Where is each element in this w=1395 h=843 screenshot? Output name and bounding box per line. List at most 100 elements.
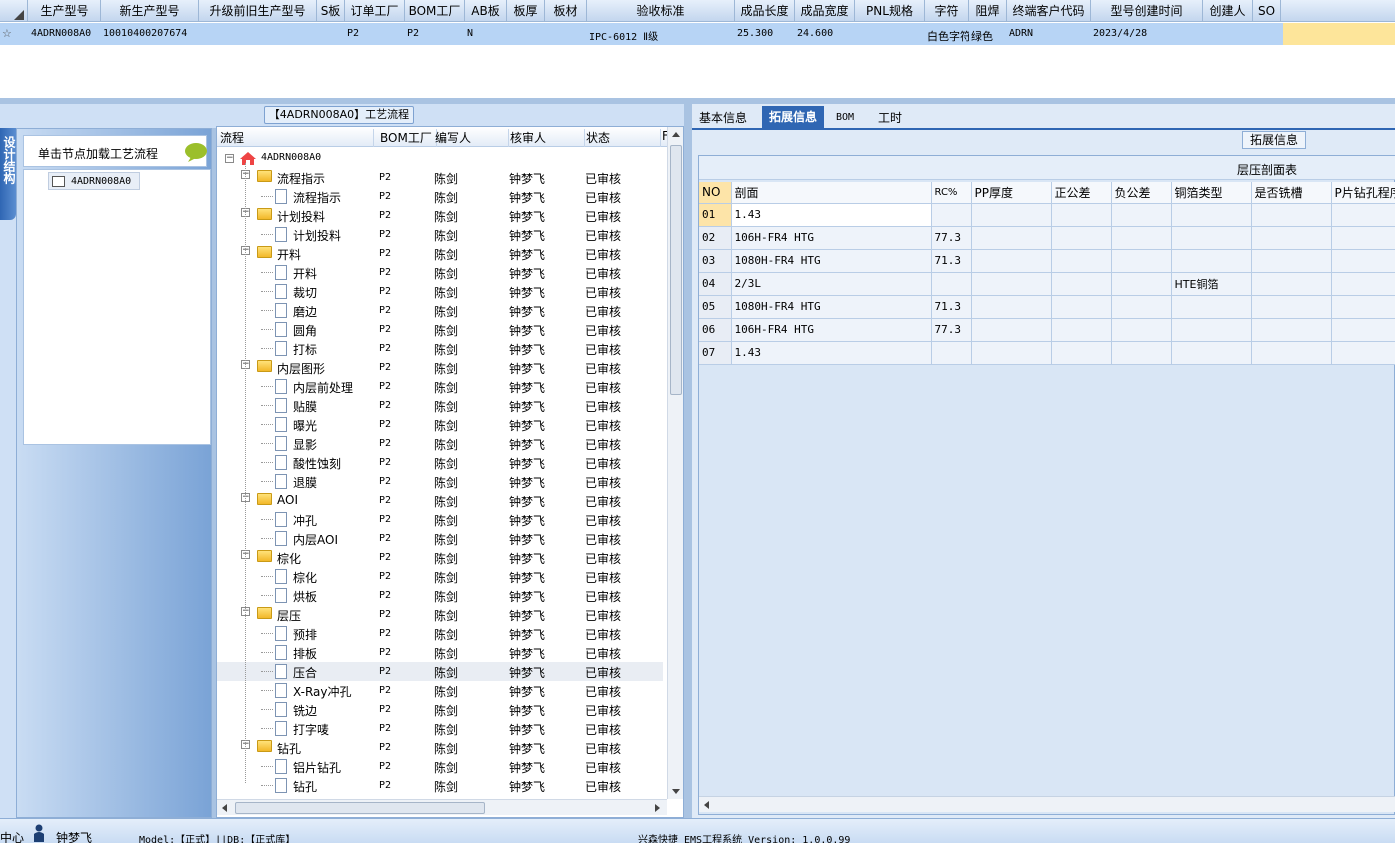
corner-cell[interactable] (0, 0, 28, 22)
grid-cell[interactable]: 10010400207674 (103, 28, 199, 44)
column-header[interactable]: SO (1253, 0, 1281, 22)
laminate-cell[interactable] (1051, 226, 1112, 250)
tree-group-row[interactable]: − 钻孔 P2 陈剑 钟梦飞 已审核 (217, 738, 663, 757)
column-header[interactable]: 板厚 (507, 0, 545, 22)
tree-step-row[interactable]: 内层AOI P2 陈剑 钟梦飞 已审核 (217, 529, 663, 548)
middle-splitter[interactable] (684, 104, 692, 818)
grid-cell[interactable]: P2 (347, 28, 405, 44)
tree-step-row[interactable]: 退膜 P2 陈剑 钟梦飞 已审核 (217, 472, 663, 491)
table-hscroll[interactable] (699, 796, 1395, 812)
tree-step-row[interactable]: 流程指示 P2 陈剑 钟梦飞 已审核 (217, 187, 663, 206)
laminate-cell[interactable]: 03 (699, 249, 732, 273)
laminate-cell[interactable] (971, 341, 1052, 365)
laminate-cell[interactable]: 2/3L (731, 272, 932, 296)
laminate-cell[interactable]: 106H-FR4 HTG (731, 226, 932, 250)
laminate-column-header[interactable]: 负公差 (1111, 182, 1172, 204)
scroll-thumb[interactable] (670, 145, 682, 395)
laminate-row[interactable]: 05 1080H-FR4 HTG 71.3 (699, 295, 1395, 319)
tree-step-row[interactable]: 内层前处理 P2 陈剑 钟梦飞 已审核 (217, 377, 663, 396)
flow-hscroll[interactable] (217, 799, 667, 815)
laminate-row[interactable]: 03 1080H-FR4 HTG 71.3 (699, 249, 1395, 273)
tree-step-row[interactable]: 打字唛 P2 陈剑 钟梦飞 已审核 (217, 719, 663, 738)
flow-vscroll[interactable] (667, 127, 683, 799)
tree-step-row[interactable]: 计划投料 P2 陈剑 钟梦飞 已审核 (217, 225, 663, 244)
tab-bom[interactable]: BOM (836, 112, 854, 123)
laminate-cell[interactable] (1051, 249, 1112, 273)
grid-cell[interactable] (857, 28, 925, 44)
laminate-row[interactable]: 02 106H-FR4 HTG 77.3 (699, 226, 1395, 250)
laminate-cell[interactable]: 1.43 (731, 341, 932, 365)
grid-cell[interactable] (1255, 28, 1281, 44)
tree-step-row[interactable]: 预排 P2 陈剑 钟梦飞 已审核 (217, 624, 663, 643)
column-header[interactable]: PNL规格 (855, 0, 925, 22)
laminate-row[interactable]: 01 1.43 (699, 203, 1395, 227)
grid-cell[interactable]: N (467, 28, 507, 44)
tree-group-row[interactable]: − AOI P2 陈剑 钟梦飞 已审核 (217, 491, 663, 510)
laminate-cell[interactable] (1051, 295, 1112, 319)
laminate-cell[interactable] (1171, 226, 1252, 250)
grid-cell[interactable]: 24.600 (797, 28, 855, 44)
laminate-cell[interactable] (1331, 272, 1395, 296)
column-header[interactable]: 字符 (925, 0, 969, 22)
tree-group-row[interactable]: − 内层图形 P2 陈剑 钟梦飞 已审核 (217, 358, 663, 377)
laminate-cell[interactable]: 02 (699, 226, 732, 250)
tree-group-row[interactable]: − 层压 P2 陈剑 钟梦飞 已审核 (217, 605, 663, 624)
laminate-cell[interactable] (1331, 318, 1395, 342)
laminate-cell[interactable]: 07 (699, 341, 732, 365)
laminate-cell[interactable] (971, 249, 1052, 273)
flow-column-header[interactable]: 核审人 (509, 129, 585, 147)
laminate-column-header[interactable]: NO (699, 182, 732, 204)
grid-cell[interactable] (319, 28, 345, 44)
tree-step-row[interactable]: 烘板 P2 陈剑 钟梦飞 已审核 (217, 586, 663, 605)
laminate-cell[interactable]: 71.3 (931, 249, 972, 273)
laminate-cell[interactable] (1251, 341, 1332, 365)
tree-step-row[interactable]: 酸性蚀刻 P2 陈剑 钟梦飞 已审核 (217, 453, 663, 472)
laminate-column-header[interactable]: 正公差 (1051, 182, 1112, 204)
column-header[interactable]: 型号创建时间 (1091, 0, 1203, 22)
tab-work-hours[interactable]: 工时 (878, 108, 902, 130)
grid-cell[interactable]: 绿色 (971, 28, 1007, 44)
column-header[interactable]: AB板 (465, 0, 507, 22)
grid-cell[interactable] (509, 28, 545, 44)
grid-cell[interactable] (1205, 28, 1253, 44)
column-header[interactable]: 成品宽度 (795, 0, 855, 22)
laminate-cell[interactable]: 71.3 (931, 295, 972, 319)
laminate-cell[interactable] (1331, 295, 1395, 319)
laminate-column-header[interactable]: PP厚度 (971, 182, 1052, 204)
laminate-cell[interactable] (1171, 341, 1252, 365)
tab-basic-info[interactable]: 基本信息 (694, 108, 752, 130)
laminate-row[interactable]: 04 2/3L HTE铜箔 (699, 272, 1395, 296)
laminate-cell[interactable] (1331, 203, 1395, 227)
laminate-cell[interactable] (971, 203, 1052, 227)
laminate-cell[interactable] (1331, 226, 1395, 250)
laminate-cell[interactable] (1331, 249, 1395, 273)
flow-column-header[interactable]: 流程 (219, 129, 374, 147)
tree-step-row[interactable]: 钻孔 P2 陈剑 钟梦飞 已审核 (217, 776, 663, 795)
tree-step-row[interactable]: 铝片钻孔 P2 陈剑 钟梦飞 已审核 (217, 757, 663, 776)
laminate-cell[interactable] (1111, 318, 1172, 342)
scroll-up-icon[interactable] (668, 127, 684, 143)
laminate-column-header[interactable]: 铜箔类型 (1171, 182, 1252, 204)
laminate-cell[interactable]: 106H-FR4 HTG (731, 318, 932, 342)
tree-step-row[interactable]: X-Ray冲孔 P2 陈剑 钟梦飞 已审核 (217, 681, 663, 700)
column-header[interactable]: 生产型号 (29, 0, 101, 22)
grid-cell[interactable]: 4ADRN008A0 (31, 28, 101, 44)
tree-step-row[interactable]: 显影 P2 陈剑 钟梦飞 已审核 (217, 434, 663, 453)
laminate-column-header[interactable]: RC% (931, 182, 972, 204)
laminate-cell[interactable] (1051, 272, 1112, 296)
grid-cell[interactable]: 25.300 (737, 28, 795, 44)
laminate-cell[interactable] (1171, 203, 1252, 227)
column-header[interactable]: 板材 (545, 0, 587, 22)
hscroll-thumb[interactable] (235, 802, 485, 814)
laminate-cell[interactable] (1111, 203, 1172, 227)
column-header[interactable]: 成品长度 (735, 0, 795, 22)
tree-group-row[interactable]: − 计划投料 P2 陈剑 钟梦飞 已审核 (217, 206, 663, 225)
laminate-cell[interactable] (1251, 318, 1332, 342)
laminate-cell[interactable] (971, 272, 1052, 296)
flow-column-header[interactable]: 状态 (585, 129, 661, 147)
tree-step-row[interactable]: 排板 P2 陈剑 钟梦飞 已审核 (217, 643, 663, 662)
laminate-column-header[interactable]: 是否铣槽 (1251, 182, 1332, 204)
laminate-cell[interactable] (931, 341, 972, 365)
laminate-cell[interactable] (1251, 272, 1332, 296)
tree-group-row[interactable]: − 棕化 P2 陈剑 钟梦飞 已审核 (217, 548, 663, 567)
